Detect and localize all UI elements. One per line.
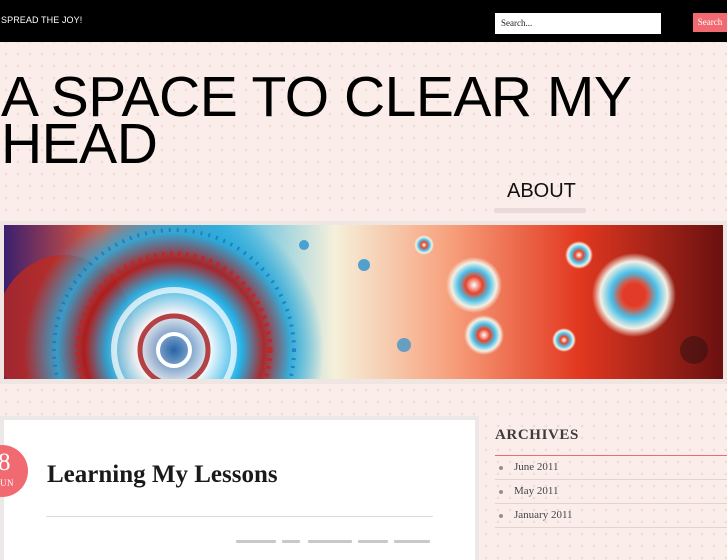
nav-item-underline: [494, 208, 586, 213]
header-banner-image: [4, 225, 723, 379]
archives-list: June 2011 May 2011 January 2011: [495, 456, 727, 528]
post-date-day: 8: [0, 449, 11, 476]
nav-item-about[interactable]: ABOUT: [507, 180, 576, 203]
archive-link[interactable]: January 2011: [514, 504, 573, 527]
post-divider: [46, 516, 433, 517]
post-title[interactable]: Learning My Lessons: [47, 461, 278, 489]
archive-link[interactable]: June 2011: [514, 456, 559, 479]
archives-heading: ARCHIVES: [495, 427, 579, 443]
post-date-month: JUN: [0, 478, 15, 488]
archive-item-may-2011[interactable]: May 2011: [495, 480, 727, 504]
site-tagline: SPREAD THE JOY!: [1, 15, 83, 25]
top-bar: SPREAD THE JOY! Search... Search: [0, 0, 727, 42]
search-button[interactable]: Search: [693, 13, 727, 32]
bullet-icon: [499, 514, 503, 518]
archive-item-june-2011[interactable]: June 2011: [495, 456, 727, 480]
bullet-icon: [499, 466, 503, 470]
site-title[interactable]: A SPACE TO CLEAR MY HEAD: [1, 69, 701, 173]
search-input[interactable]: Search...: [495, 13, 661, 34]
bullet-icon: [499, 490, 503, 494]
archive-link[interactable]: May 2011: [514, 480, 559, 503]
archive-item-january-2011[interactable]: January 2011: [495, 504, 727, 528]
